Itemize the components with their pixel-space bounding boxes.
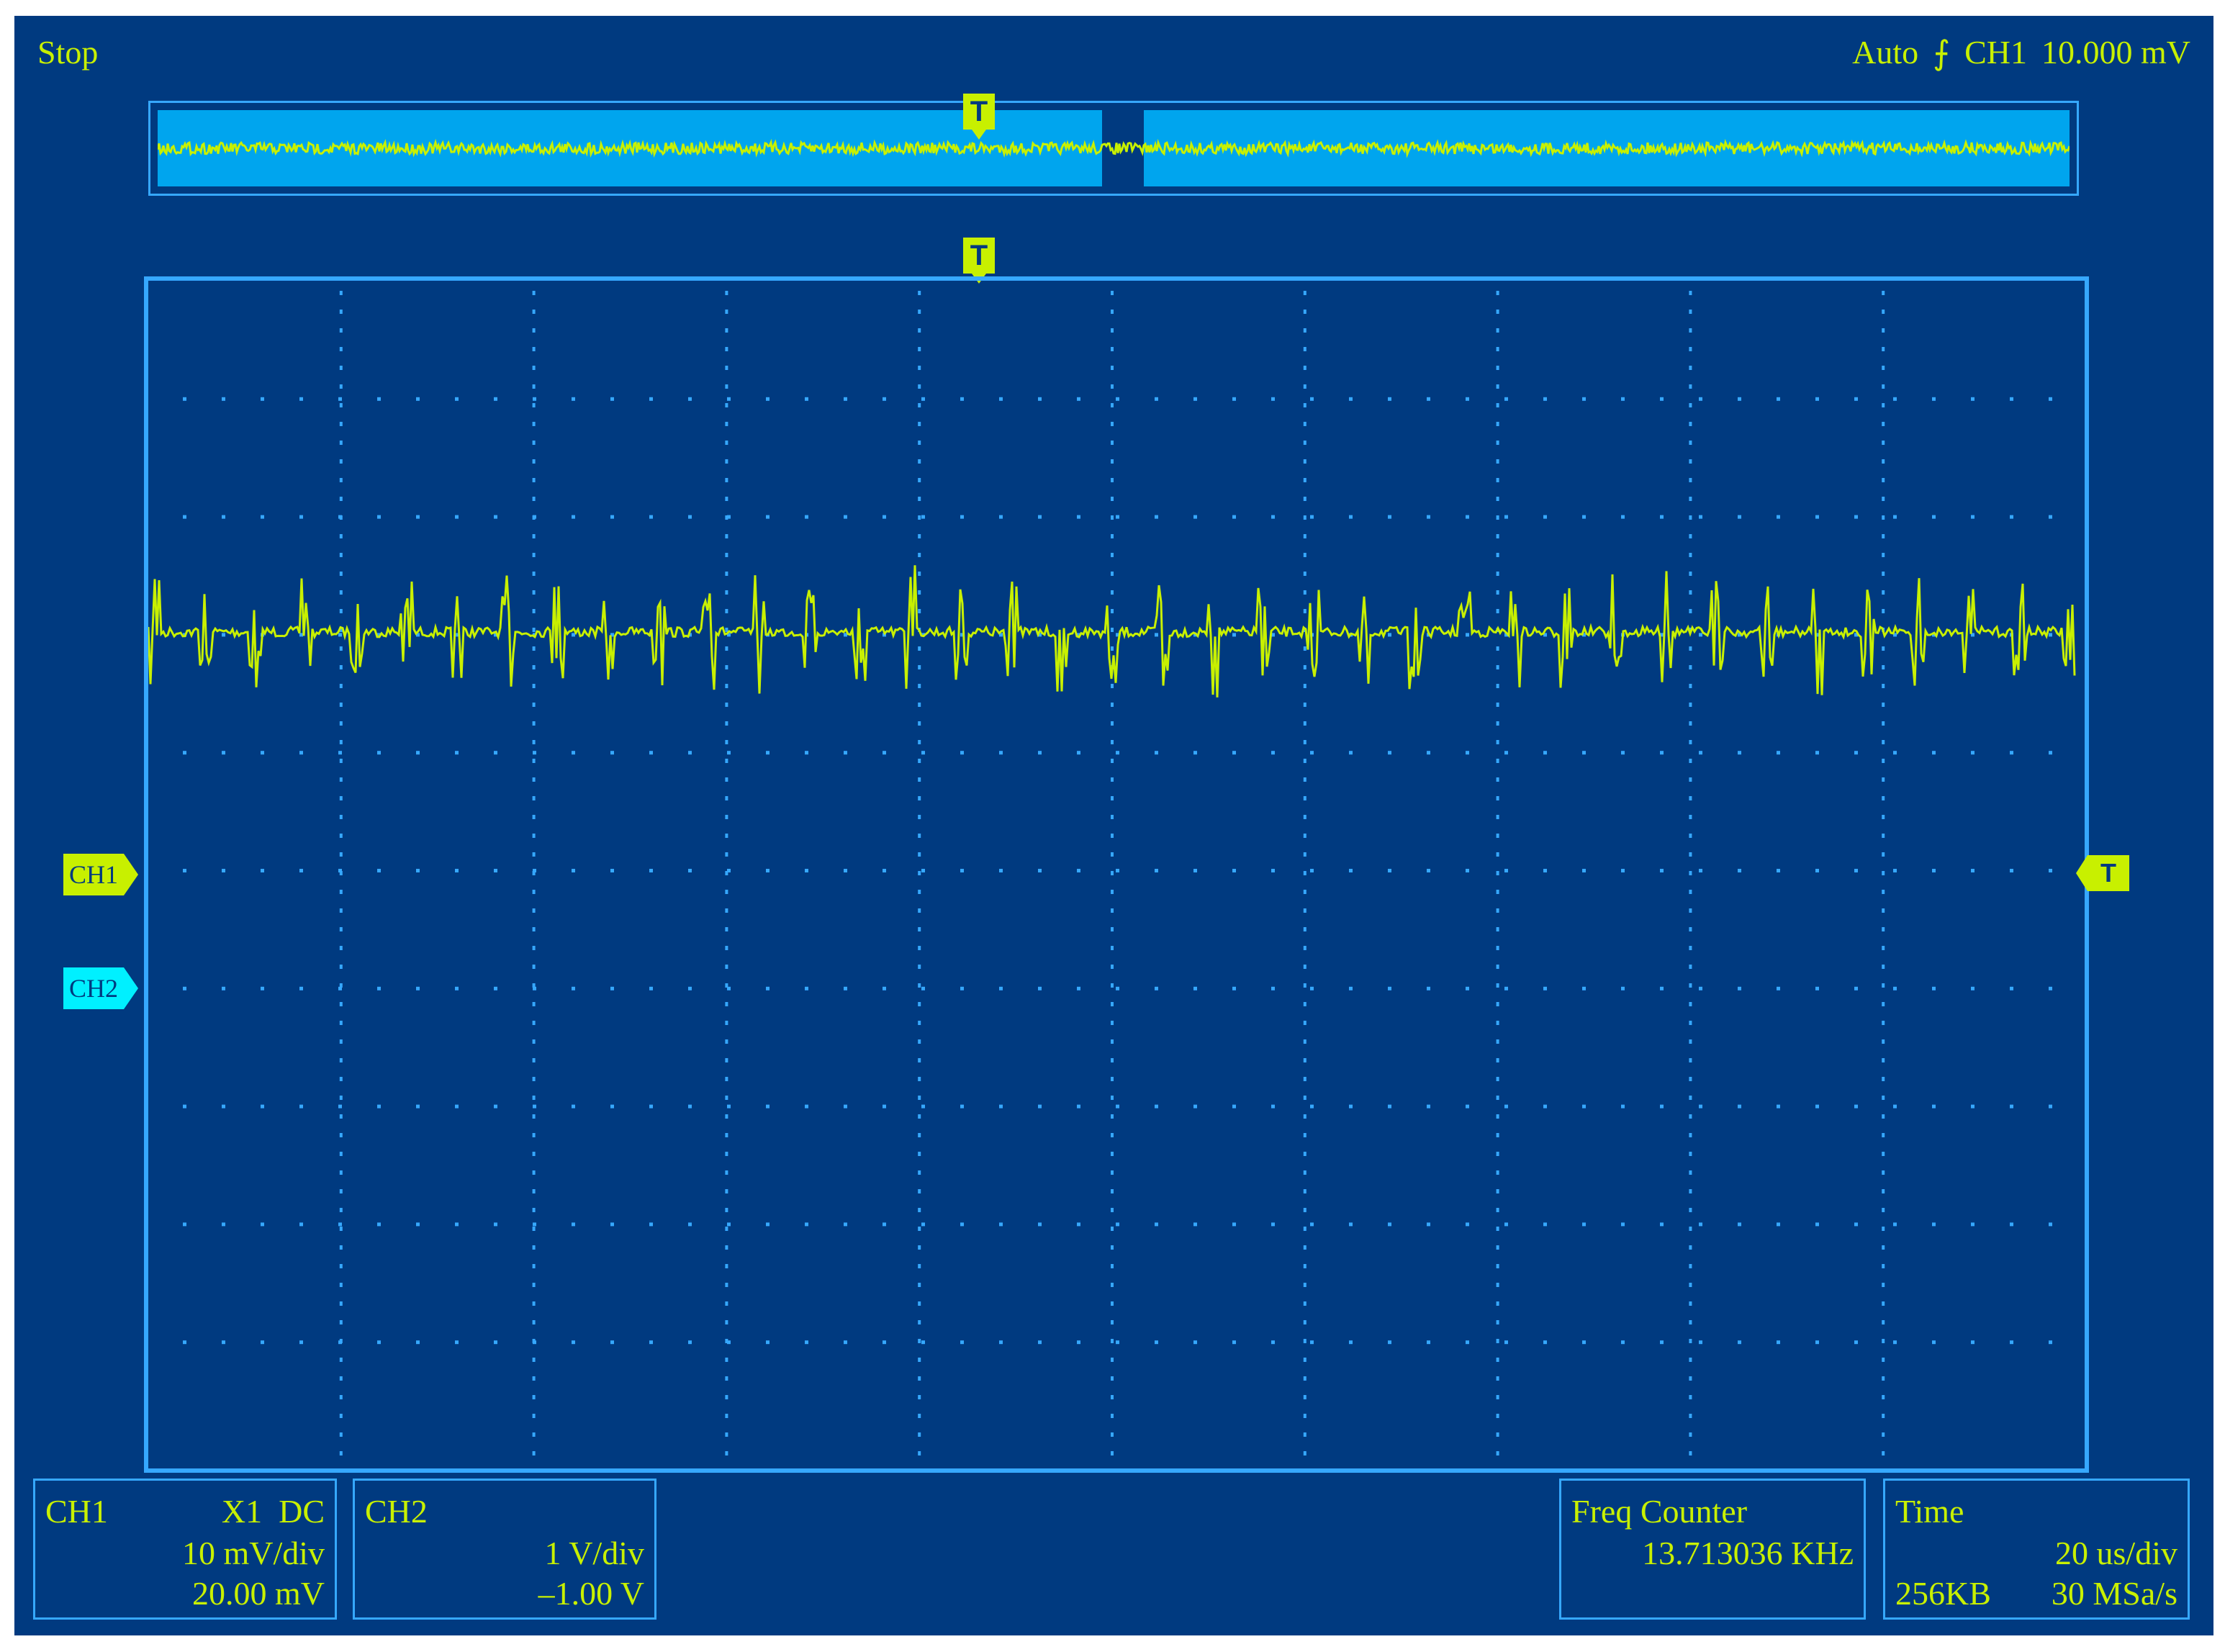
trigger-source: CH1 xyxy=(1964,34,2027,71)
overview-waveform xyxy=(158,138,2070,158)
run-status[interactable]: Stop xyxy=(37,36,98,69)
freq-counter-value: 13.713036 KHz xyxy=(1642,1535,1854,1571)
ch1-ground-marker[interactable]: CH1 xyxy=(63,854,139,895)
ch2-offset: –1.00 V xyxy=(538,1575,644,1612)
timebase-panel[interactable]: Time 20 us/div 256KB 30 MSa/s xyxy=(1883,1479,2190,1620)
ch1-settings-panel[interactable]: CH1 X1 DC 10 mV/div 20.00 mV xyxy=(33,1479,337,1620)
oscilloscope-screen: Stop Auto ⨍ CH1 10.000 mV T T CH1 CH2 T … xyxy=(14,16,2213,1635)
trigger-info[interactable]: Auto ⨍ CH1 10.000 mV xyxy=(1852,33,2190,72)
memory-depth: 256KB xyxy=(1895,1575,1991,1612)
grid-and-trace xyxy=(148,291,2076,1455)
ch1-offset: 20.00 mV xyxy=(192,1575,325,1612)
waveform-overview[interactable] xyxy=(148,101,2079,196)
timebase-title: Time xyxy=(1895,1493,1964,1530)
rising-edge-icon: ⨍ xyxy=(1933,33,1951,72)
timebase-scale: 20 us/div xyxy=(2055,1535,2177,1571)
freq-counter-panel[interactable]: Freq Counter 13.713036 KHz xyxy=(1559,1479,1866,1620)
ch2-ground-marker[interactable]: CH2 xyxy=(63,967,139,1009)
ch1-panel-title: CH1 xyxy=(45,1493,108,1530)
waveform-grid[interactable] xyxy=(144,276,2089,1473)
trigger-position-marker[interactable]: T xyxy=(963,238,995,284)
ch1-coupling: DC xyxy=(279,1493,325,1530)
trigger-level-marker[interactable]: T xyxy=(2076,855,2129,891)
overview-trigger-marker[interactable]: T xyxy=(963,94,995,140)
ch2-panel-title: CH2 xyxy=(365,1493,428,1530)
freq-counter-title: Freq Counter xyxy=(1571,1493,1748,1530)
ch2-settings-panel[interactable]: CH2 1 V/div –1.00 V xyxy=(353,1479,656,1620)
sample-rate: 30 MSa/s xyxy=(2051,1575,2177,1612)
ch1-scale: 10 mV/div xyxy=(181,1535,325,1571)
ch2-scale: 1 V/div xyxy=(544,1535,644,1571)
overview-trace xyxy=(158,138,2070,158)
trigger-level: 10.000 mV xyxy=(2041,34,2190,71)
ch1-probe: X1 xyxy=(221,1493,263,1530)
trigger-mode: Auto xyxy=(1852,34,1919,71)
